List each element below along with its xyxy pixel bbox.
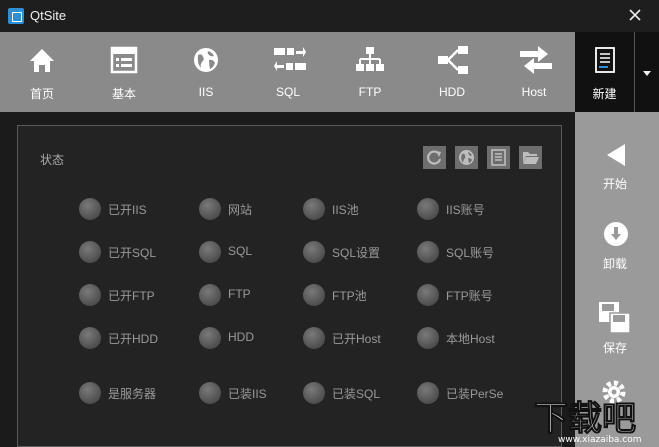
globe-button[interactable] <box>455 146 478 169</box>
status-label: 已开FTP <box>108 289 155 303</box>
status-indicator <box>303 284 325 306</box>
new-button-label: 新建 <box>592 87 617 101</box>
status-indicator <box>79 284 101 306</box>
tab-host[interactable]: Host <box>499 32 569 112</box>
new-dropdown-button[interactable] <box>634 32 659 112</box>
save-button-label: 保存 <box>602 341 627 355</box>
refresh-icon <box>427 150 442 165</box>
svg-text:下载吧: 下载吧 <box>534 399 636 439</box>
home-icon <box>30 49 54 72</box>
status-indicator <box>303 327 325 349</box>
swap-arrows-icon <box>520 46 552 74</box>
status-label: 已装IIS <box>228 387 267 401</box>
window-title: QtSite <box>30 8 67 23</box>
status-label: 已装SQL <box>332 387 381 401</box>
start-button-label: 开始 <box>602 177 627 191</box>
status-indicator <box>417 327 439 349</box>
tab-hdd-label: HDD <box>439 85 465 99</box>
tab-basic[interactable]: 基本 <box>89 32 159 112</box>
tab-sql-label: SQL <box>275 85 300 99</box>
status-label: 已开SQL <box>108 246 157 260</box>
new-document-icon <box>595 47 615 73</box>
close-icon <box>629 9 641 21</box>
list-icon <box>491 149 506 166</box>
tab-iis-label: IIS <box>198 85 214 99</box>
uninstall-button-label: 卸载 <box>602 257 627 271</box>
status-indicator <box>199 327 221 349</box>
status-label: 已开HDD <box>108 332 158 346</box>
new-button[interactable]: 新建 <box>575 32 634 112</box>
status-indicator <box>417 284 439 306</box>
tab-ftp-label: FTP <box>358 85 382 99</box>
tab-hdd[interactable]: HDD <box>417 32 487 112</box>
share-nodes-icon <box>438 46 468 74</box>
globe-icon <box>194 48 218 72</box>
play-back-icon <box>607 144 625 166</box>
tab-home-label: 首页 <box>29 87 54 101</box>
site-watermark-logo: 下载吧 www.xiazaiba.com <box>534 399 642 445</box>
status-indicator <box>303 382 325 404</box>
status-label: 已开IIS <box>108 203 147 217</box>
download-icon <box>604 222 628 246</box>
tab-iis[interactable]: IIS <box>171 32 241 112</box>
status-indicator <box>199 241 221 263</box>
start-button[interactable]: 开始 <box>575 137 659 212</box>
status-label: 是服务器 <box>108 387 157 401</box>
status-indicator <box>199 382 221 404</box>
status-label: FTP <box>228 287 251 301</box>
folder-open-icon <box>523 152 539 164</box>
save-icon <box>599 302 631 334</box>
status-indicator <box>417 241 439 263</box>
status-label: 本地Host <box>446 332 495 346</box>
refresh-button[interactable] <box>423 146 446 169</box>
status-label: HDD <box>228 330 254 344</box>
app-logo-icon <box>8 8 24 24</box>
status-label: FTP池 <box>332 289 367 303</box>
network-icon <box>356 47 384 71</box>
status-indicator <box>79 327 101 349</box>
status-indicator <box>199 198 221 220</box>
close-button[interactable] <box>622 4 648 28</box>
status-indicator <box>199 284 221 306</box>
status-indicator <box>417 198 439 220</box>
main-toolbar: 首页 基本 IIS SQL FTP HDD Host <box>0 32 575 112</box>
status-label: 已装PerSe <box>446 387 504 401</box>
save-button[interactable]: 保存 <box>575 297 659 372</box>
title-bar: QtSite <box>0 0 659 32</box>
open-folder-button[interactable] <box>519 146 542 169</box>
status-label: FTP账号 <box>446 289 493 303</box>
main-content: 状态 已开IIS 网站 IIS池 IIS账号 已开SQL SQL SQL设置 S… <box>0 112 575 447</box>
form-icon <box>110 46 138 74</box>
status-indicator <box>303 241 325 263</box>
svg-text:www.xiazaiba.com: www.xiazaiba.com <box>558 435 642 444</box>
status-panel: 状态 已开IIS 网站 IIS池 IIS账号 已开SQL SQL SQL设置 S… <box>17 125 562 447</box>
status-label: SQL <box>228 244 253 258</box>
status-indicator <box>79 382 101 404</box>
status-label: SQL设置 <box>332 246 381 260</box>
list-button[interactable] <box>487 146 510 169</box>
status-label: IIS池 <box>332 203 359 217</box>
status-indicator <box>303 198 325 220</box>
uninstall-button[interactable]: 卸载 <box>575 217 659 292</box>
tab-home[interactable]: 首页 <box>7 32 77 112</box>
status-indicator <box>79 241 101 263</box>
tab-sql[interactable]: SQL <box>253 32 323 112</box>
status-section-title: 状态 <box>40 153 65 167</box>
transfer-icon <box>274 47 306 71</box>
status-label: 网站 <box>228 203 253 217</box>
tab-ftp[interactable]: FTP <box>335 32 405 112</box>
tab-basic-label: 基本 <box>111 87 136 101</box>
tab-host-label: Host <box>521 85 547 99</box>
status-label: IIS账号 <box>446 203 485 217</box>
status-indicator <box>79 198 101 220</box>
status-indicator <box>417 382 439 404</box>
globe-icon <box>459 150 474 165</box>
status-label: SQL账号 <box>446 246 495 260</box>
status-label: 已开Host <box>332 332 381 346</box>
